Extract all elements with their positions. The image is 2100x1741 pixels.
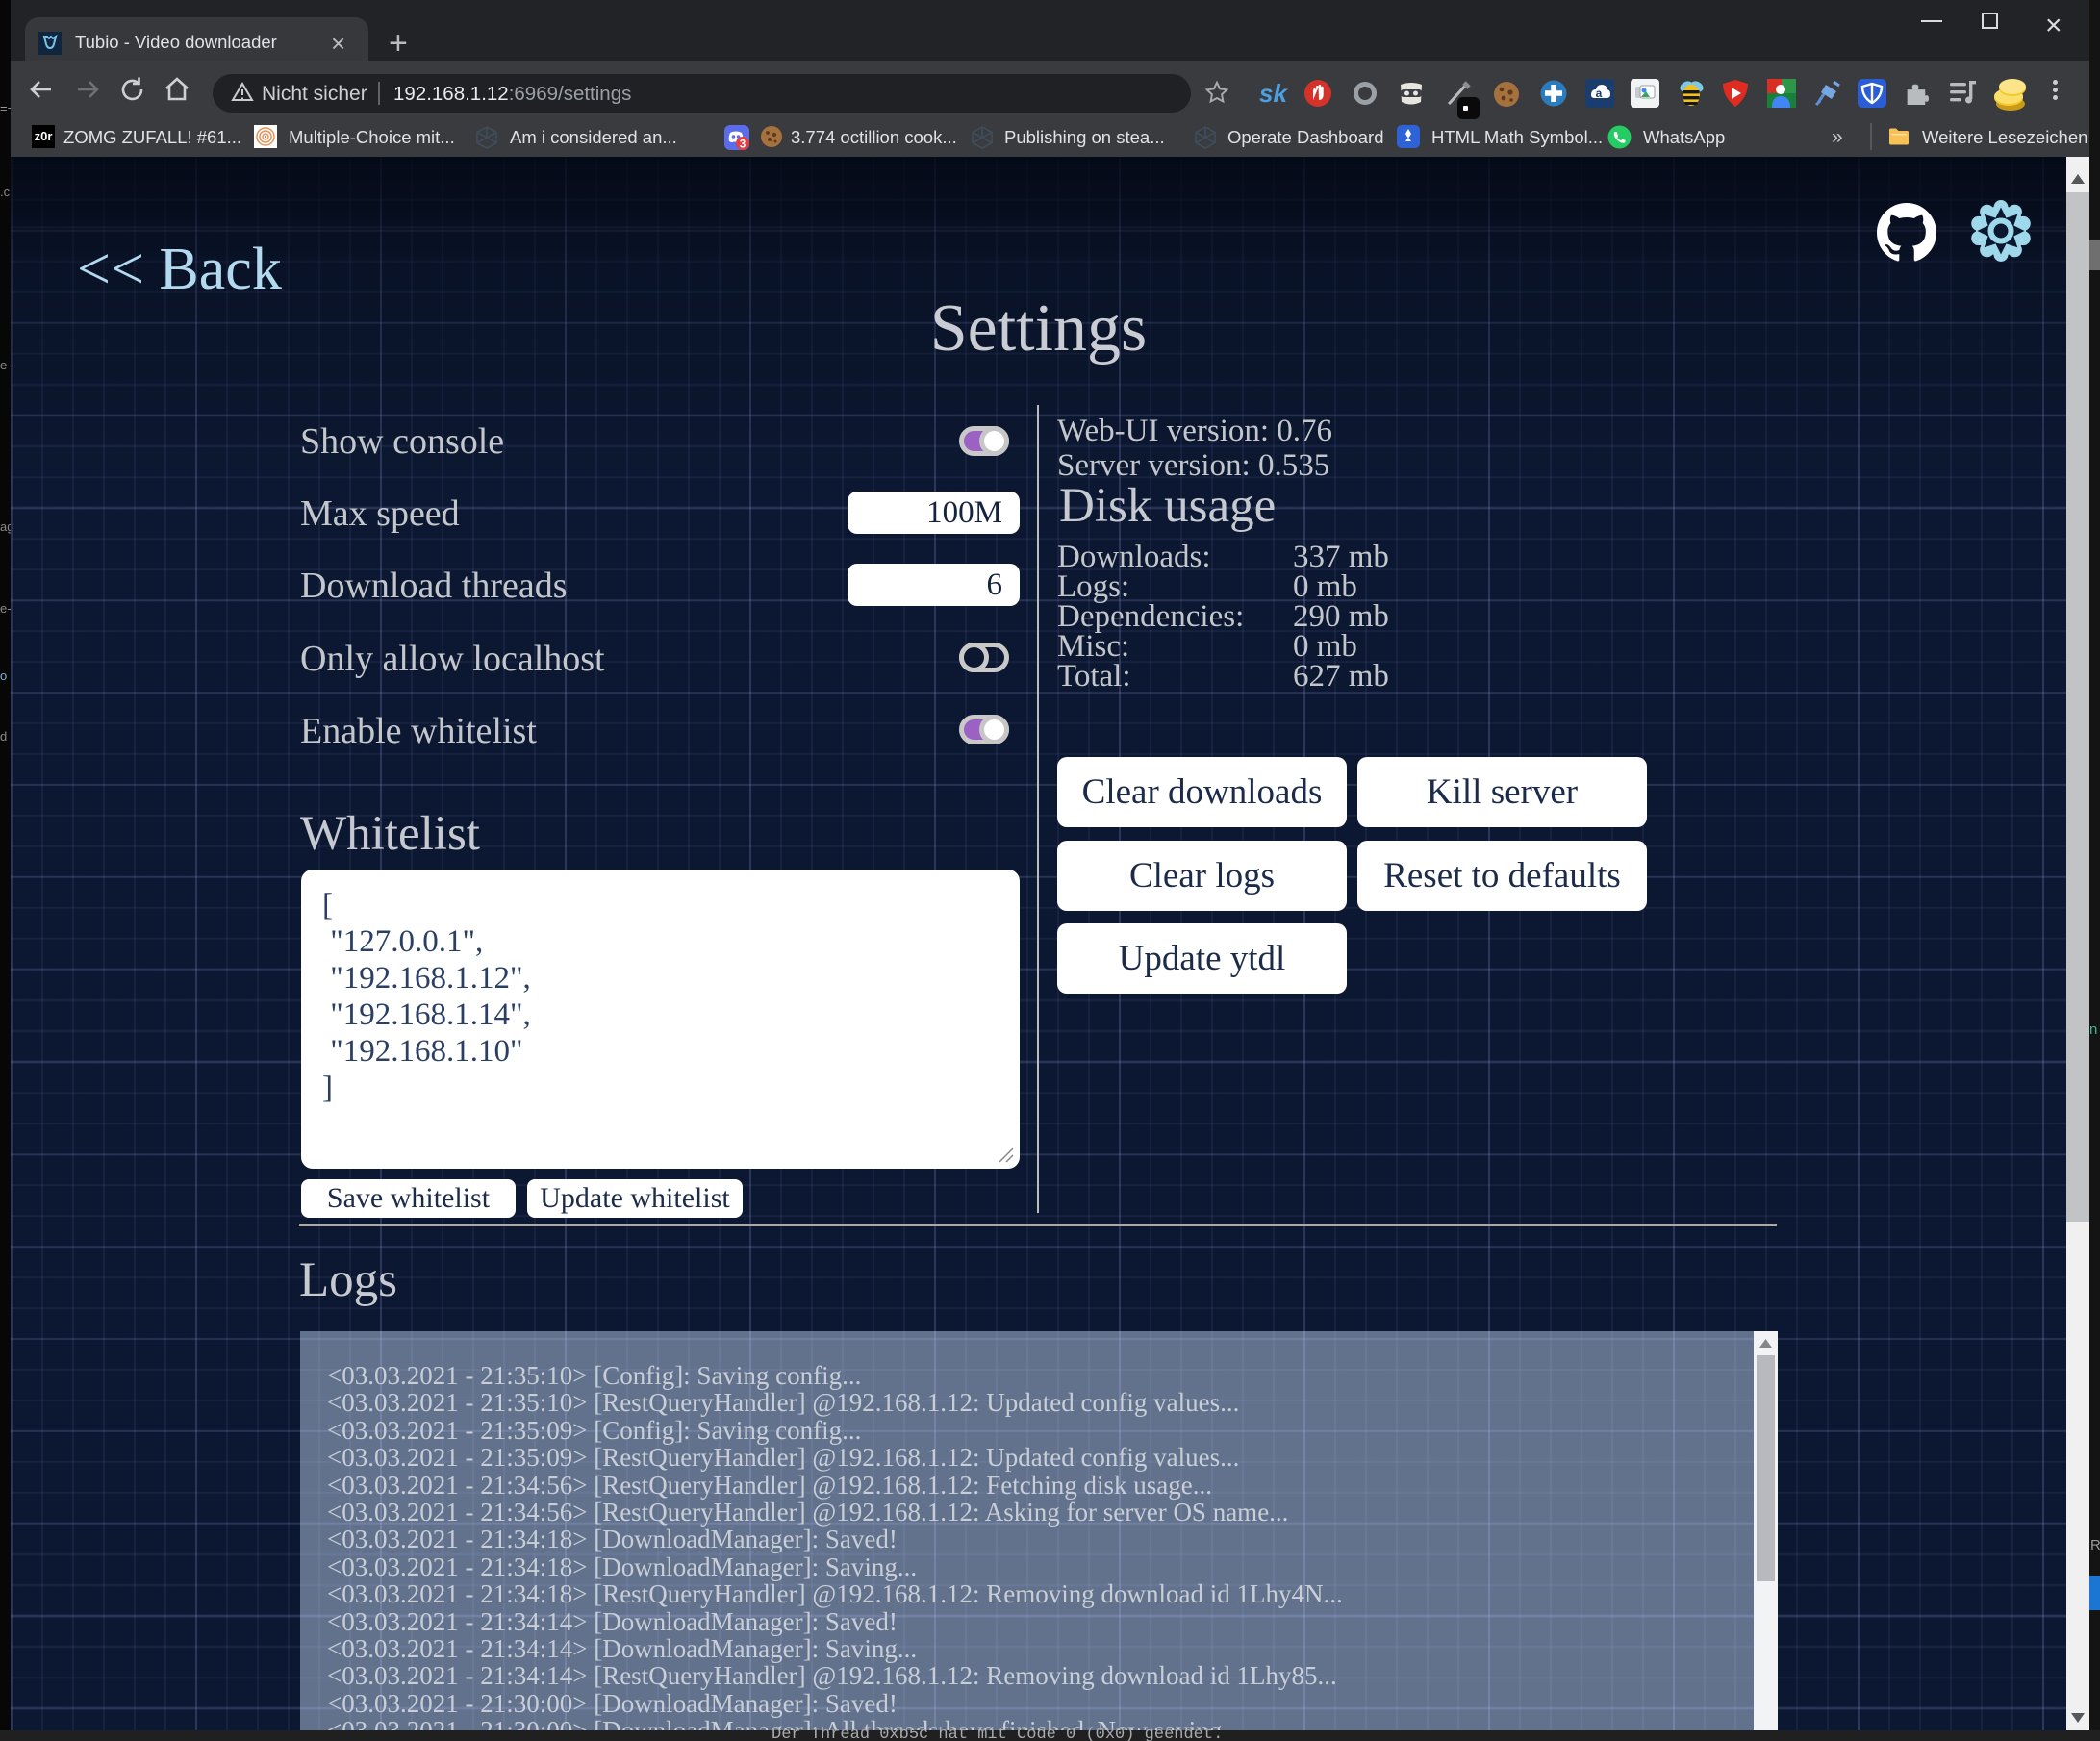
svg-text:3: 3 — [740, 138, 746, 151]
svg-text:a: a — [1596, 87, 1603, 100]
